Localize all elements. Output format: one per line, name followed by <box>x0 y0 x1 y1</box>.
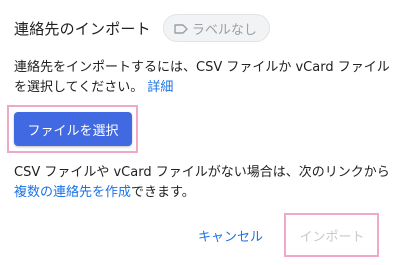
description-text: 連絡先をインポートするには、CSV ファイルか vCard ファイルを選択してく… <box>14 60 390 95</box>
learn-more-link[interactable]: 詳細 <box>147 80 173 95</box>
label-icon <box>174 23 188 34</box>
select-file-button[interactable]: ファイルを選択 <box>14 112 132 146</box>
label-chip-text: ラベルなし <box>191 22 257 38</box>
import-button[interactable]: インポート <box>291 219 373 251</box>
import-description: 連絡先をインポートするには、CSV ファイルか vCard ファイルを選択してく… <box>14 58 394 98</box>
import-contacts-dialog: 連絡先のインポート ラベルなし 連絡先をインポートするには、CSV ファイルか … <box>0 0 400 265</box>
cancel-button[interactable]: キャンセル <box>198 226 263 245</box>
note-text-before: CSV ファイルや vCard ファイルがない場合は、次のリンクから <box>14 165 390 180</box>
create-multiple-contacts-link[interactable]: 複数の連絡先を作成 <box>14 185 131 200</box>
note-text-after: できます。 <box>131 185 195 200</box>
dialog-header: 連絡先のインポート ラベルなし <box>14 14 270 42</box>
create-contacts-note: CSV ファイルや vCard ファイルがない場合は、次のリンクから複数の連絡先… <box>14 163 396 203</box>
dialog-title: 連絡先のインポート <box>14 19 151 38</box>
label-chip[interactable]: ラベルなし <box>162 14 270 42</box>
